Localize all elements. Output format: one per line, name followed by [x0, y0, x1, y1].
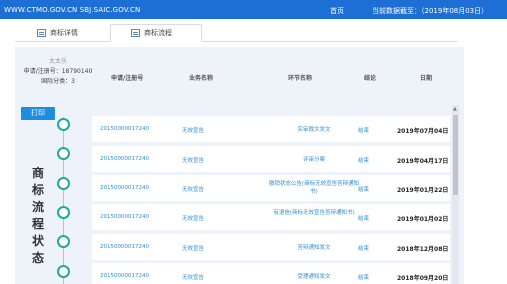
tab-trademark-details[interactable]: 商标详情 — [17, 24, 103, 42]
timeline-node — [57, 147, 70, 160]
cell-business: 无效宣告 — [182, 216, 205, 222]
timeline-node — [57, 235, 70, 248]
site-url: WWW.CTMO.GOV.CN SBJ.SAIC.GOV.CN — [4, 6, 141, 14]
column-header-date: 日期 — [420, 75, 433, 82]
timeline-node — [57, 177, 70, 190]
trademark-name: 太太乐 — [48, 58, 67, 65]
timeline-node — [57, 118, 70, 131]
cell-business: 无效宣告 — [182, 275, 205, 281]
table-row[interactable]: 20150000017240 无效宣告 有退信(商标无效宣告答辩通知书) 结束 … — [92, 204, 450, 230]
tab-label: 商标流程 — [144, 29, 172, 37]
cell-step: 答辩通知发文 — [297, 245, 331, 251]
cell-result: 结束 — [358, 275, 370, 281]
table-row[interactable]: 20150000017240 无效宣告 评审分案 结束 2019年04月17日 — [92, 146, 450, 172]
top-header-bar: WWW.CTMO.GOV.CN SBJ.SAIC.GOV.CN 首页 当前数据截… — [0, 0, 507, 19]
cell-business: 无效宣告 — [182, 187, 205, 193]
timeline-node — [57, 265, 70, 278]
cell-business: 无效宣告 — [182, 246, 205, 252]
cell-reg-no: 2015000001724​0 — [100, 126, 149, 132]
table-row[interactable]: 20150000017240 无效宣告 受理通知发文 结束 2018年09月20… — [92, 263, 450, 284]
details-icon — [37, 29, 46, 37]
cell-result: 结束 — [358, 158, 370, 164]
cell-step: 实审裁文发文 — [297, 127, 331, 133]
cell-reg-no: 20150000017240 — [100, 185, 149, 191]
cell-step: 有退信(商标无效宣告答辩通知书) — [273, 210, 355, 216]
trademark-reg-no: 申请/注册号：18790140 — [23, 68, 93, 75]
scroll-up-arrow-icon[interactable]: ▲ — [453, 106, 457, 112]
table-row[interactable]: 20150000017240 无效宣告 撤销状态公告(商标无效宣告答辩通知书) … — [92, 175, 450, 201]
cell-date: 2018年12月08日 — [397, 246, 449, 253]
cell-business: 无效宣告 — [182, 158, 205, 164]
cell-result: 结束 — [358, 128, 370, 134]
process-table: 2015000001724​0 无效宣告 实审裁文发文 结束 2019年07月0… — [92, 105, 450, 284]
cell-reg-no: 20150000017240 — [100, 214, 149, 220]
tab-trademark-process[interactable]: 商标流程 — [110, 24, 202, 42]
cell-date: 2019年01月02日 — [397, 216, 449, 223]
cell-step: 受理通知发文 — [297, 274, 331, 280]
tab-bar: 商标详情 商标流程 — [15, 23, 457, 42]
cell-reg-no: 20150000017240 — [100, 156, 149, 162]
cell-result: 结束 — [358, 187, 370, 193]
scroll-thumb[interactable] — [453, 115, 458, 195]
cell-step: 评审分案 — [302, 157, 325, 163]
timeline-node — [57, 206, 70, 219]
tab-label: 商标详情 — [50, 29, 78, 37]
cell-result: 结束 — [358, 216, 370, 222]
list-icon — [131, 29, 140, 37]
home-link[interactable]: 首页 — [330, 6, 344, 16]
timeline-line — [63, 117, 64, 284]
cell-date: 2019年04月17日 — [397, 158, 449, 165]
column-header-business: 业务名称 — [189, 75, 214, 82]
cell-business: 无效宣告 — [182, 128, 205, 134]
table-row[interactable]: 2015000001724​0 无效宣告 实审裁文发文 结束 2019年07月0… — [92, 116, 450, 142]
data-deadline-text: 当前数据截至：（2019年08月03日） — [372, 7, 489, 15]
trademark-summary: 太太乐 申请/注册号：18790140 国际分类：3 — [19, 57, 97, 87]
cell-date: 2019年01月22日 — [397, 187, 449, 194]
column-header-reg-no: 申请/注册号 — [111, 75, 144, 82]
column-header-step: 环节名称 — [288, 75, 313, 82]
process-status-title: 商标流程状态 — [31, 166, 44, 265]
vertical-scrollbar[interactable]: ▲ — [452, 105, 459, 284]
cell-result: 结束 — [358, 246, 370, 252]
table-row[interactable]: 20150000017240 无效宣告 答辩通知发文 结束 2018年12月08… — [92, 234, 450, 260]
cell-reg-no: 20150000017240 — [100, 244, 149, 250]
print-button[interactable]: 打印 — [21, 107, 55, 120]
cell-step: 撤销状态公告(商标无效宣告答辩通知书) — [268, 181, 360, 195]
column-header-result: 结论 — [364, 75, 377, 82]
cell-reg-no: 20150000017240 — [100, 273, 149, 279]
cell-date: 2018年09月20日 — [397, 275, 449, 282]
cell-date: 2019年07月04日 — [397, 128, 449, 135]
trademark-class: 国际分类：3 — [41, 78, 75, 85]
process-panel: 太太乐 申请/注册号：18790140 国际分类：3 申请/注册号 业务名称 环… — [15, 47, 464, 284]
